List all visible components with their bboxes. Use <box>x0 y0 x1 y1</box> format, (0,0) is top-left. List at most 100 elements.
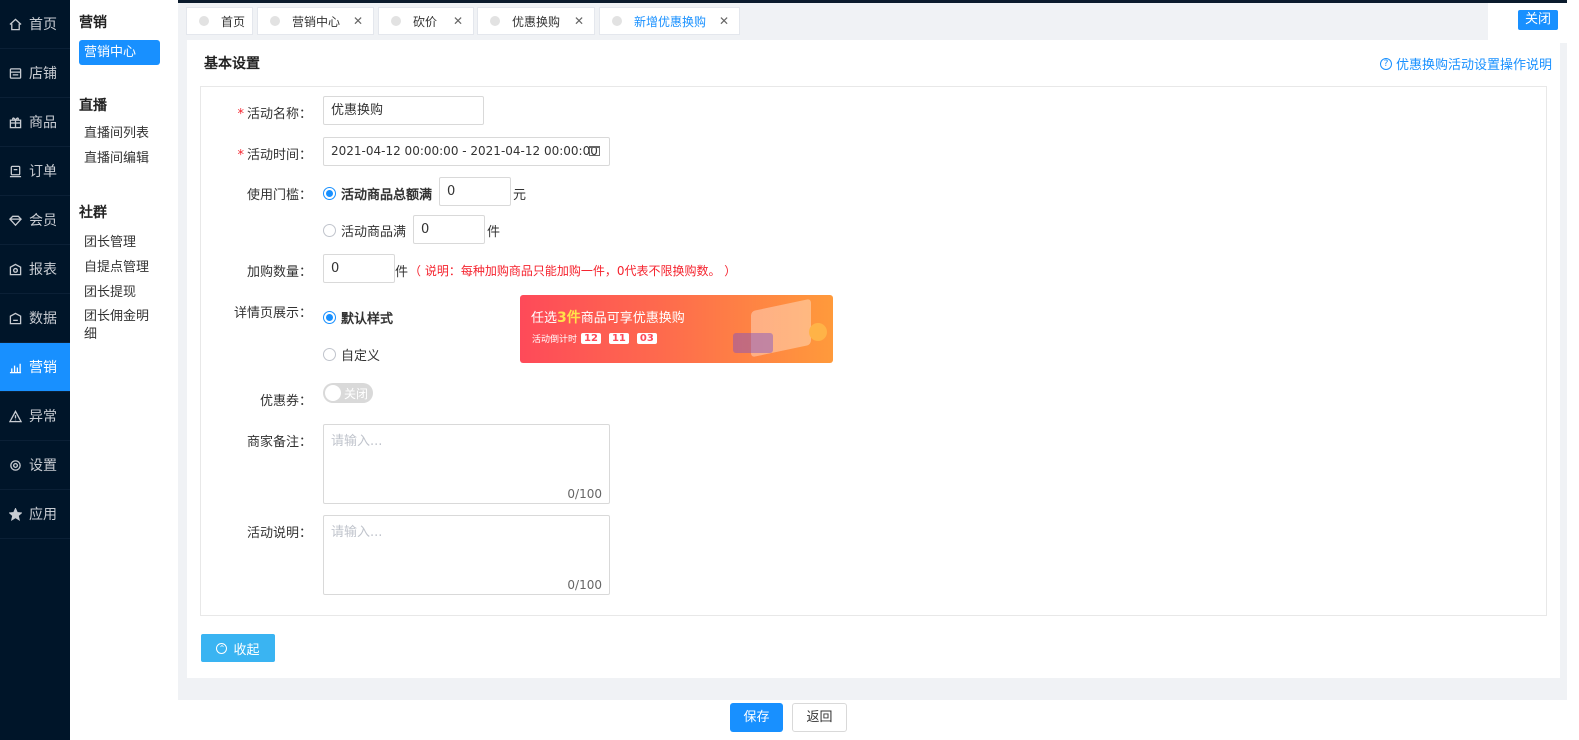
banner-decoration <box>733 333 773 353</box>
char-counter: 0/100 <box>567 578 602 592</box>
chevron-up-icon: ⌃ <box>216 642 228 654</box>
nav-item-shop[interactable]: 店铺 <box>0 49 70 98</box>
back-button[interactable]: 返回 <box>792 703 847 732</box>
tab-dot-icon <box>270 16 280 26</box>
threshold-count-unit: 件 <box>487 225 501 240</box>
nav-item-marketing[interactable]: 营销 <box>0 343 70 392</box>
tab-marketing-center[interactable]: 营销中心 ✕ <box>257 7 374 35</box>
close-icon[interactable]: ✕ <box>719 14 729 28</box>
threshold-count-radio[interactable]: 活动商品满 <box>323 221 406 240</box>
tab-bar: 首页 营销中心 ✕ 砍价 ✕ 优惠换购 ✕ 新增优惠换购 ✕ <box>178 0 1579 40</box>
submenu-item-leaders[interactable]: 团长管理 <box>70 230 136 255</box>
add-qty-input[interactable]: 0 <box>323 254 395 283</box>
banner-headline: 任选3件商品可享优惠换购 <box>531 310 685 326</box>
close-tabs-button[interactable]: 关闭 <box>1518 10 1558 30</box>
tab-dot-icon <box>490 16 500 26</box>
submenu-item-marketing-center[interactable]: 营销中心 <box>79 40 160 65</box>
nav-item-settings[interactable]: 设置 <box>0 441 70 490</box>
banner-countdown: 活动倒计时 12 11 03 <box>532 332 661 345</box>
threshold-amount-input[interactable]: 0 <box>439 177 511 206</box>
merchant-note-label: 商家备注： <box>246 435 312 450</box>
nav-item-data[interactable]: 数据 <box>0 294 70 343</box>
bar-chart-icon <box>9 363 22 373</box>
help-link-label: 优惠换购活动设置操作说明 <box>1395 58 1552 73</box>
vertical-scrollbar[interactable] <box>1567 0 1579 740</box>
detail-display-label: 详情页展示： <box>233 306 312 321</box>
gift-icon <box>9 116 22 128</box>
calendar-icon <box>589 146 600 156</box>
nav-item-label: 异常 <box>29 409 57 425</box>
tab-discount-exchange[interactable]: 优惠换购 ✕ <box>477 7 595 35</box>
merchant-note-textarea[interactable]: 请输入... 0/100 <box>323 424 610 504</box>
tab-dot-icon <box>612 16 622 26</box>
activity-desc-label: 活动说明： <box>246 526 312 541</box>
nav-item-label: 营销 <box>29 360 57 376</box>
nav-item-apps[interactable]: 应用 <box>0 490 70 539</box>
threshold-count-input[interactable]: 0 <box>413 215 485 244</box>
tab-label: 砍价 <box>413 14 438 29</box>
radio-icon <box>323 348 336 361</box>
tab-bargain[interactable]: 砍价 ✕ <box>378 7 474 35</box>
tab-new-discount-exchange[interactable]: 新增优惠换购 ✕ <box>599 7 740 35</box>
promo-banner-preview: 任选3件商品可享优惠换购 活动倒计时 12 11 03 <box>520 295 833 363</box>
threshold-label: 使用门槛： <box>246 188 312 203</box>
nav-item-label: 会员 <box>29 213 57 229</box>
nav-item-reports[interactable]: 报表 <box>0 245 70 294</box>
submenu-item-leader-withdraw[interactable]: 团长提现 <box>70 280 136 305</box>
nav-item-label: 设置 <box>29 458 57 474</box>
radio-icon <box>323 311 336 324</box>
close-icon[interactable]: ✕ <box>574 14 584 28</box>
char-counter: 0/100 <box>567 487 602 501</box>
nav-item-label: 首页 <box>29 17 57 33</box>
help-link[interactable]: ? 优惠换购活动设置操作说明 <box>1379 54 1552 73</box>
coupon-label: 优惠券： <box>259 394 312 409</box>
activity-name-input[interactable]: 优惠换购 <box>323 96 484 125</box>
order-icon <box>9 165 22 177</box>
submenu-item-live-edit[interactable]: 直播间编辑 <box>70 146 149 171</box>
radio-icon <box>323 187 336 200</box>
collapse-button[interactable]: ⌃ 收起 <box>201 634 275 662</box>
activity-time-range-input[interactable]: 2021-04-12 00:00:00 - 2021-04-12 00:00:0… <box>323 137 610 166</box>
tab-dot-icon <box>391 16 401 26</box>
warning-icon <box>9 409 22 422</box>
close-icon[interactable]: ✕ <box>453 14 463 28</box>
nav-item-members[interactable]: 会员 <box>0 196 70 245</box>
nav-item-exceptions[interactable]: 异常 <box>0 392 70 441</box>
star-icon <box>9 507 22 521</box>
nav-item-label: 店铺 <box>29 66 57 82</box>
section-title: 基本设置 <box>204 56 260 72</box>
tab-label: 首页 <box>221 14 246 29</box>
submenu-item-commission[interactable]: 团长佣金明细 <box>70 305 150 344</box>
add-qty-unit: 件 <box>395 265 409 280</box>
textarea-placeholder: 请输入... <box>331 525 383 540</box>
data-icon <box>9 312 22 324</box>
threshold-amount-radio[interactable]: 活动商品总额满 <box>323 184 432 203</box>
save-button[interactable]: 保存 <box>730 703 783 732</box>
gear-icon <box>10 459 21 471</box>
report-icon <box>9 263 22 275</box>
app-root: 首页 店铺 商品 订单 会员 报表 数据 营销 异常 设置 应用 营销 营销中心… <box>0 0 1579 740</box>
nav-item-label: 商品 <box>29 115 57 131</box>
submenu-item-pickup-points[interactable]: 自提点管理 <box>70 255 149 280</box>
activity-desc-textarea[interactable]: 请输入... 0/100 <box>323 515 610 595</box>
tab-label: 营销中心 <box>292 14 341 29</box>
nav-item-orders[interactable]: 订单 <box>0 147 70 196</box>
activity-time-value: 2021-04-12 00:00:00 - 2021-04-12 00:00:0… <box>331 144 598 158</box>
submenu-group-title: 营销 <box>79 15 107 31</box>
toggle-text: 关闭 <box>344 387 369 401</box>
nav-item-home[interactable]: 首页 <box>0 0 70 49</box>
nav-item-goods[interactable]: 商品 <box>0 98 70 147</box>
coupon-toggle[interactable]: 关闭 <box>323 383 373 403</box>
activity-time-label: * 活动时间： <box>237 148 312 163</box>
top-divider <box>178 0 1579 3</box>
detail-custom-radio[interactable]: 自定义 <box>323 345 380 364</box>
detail-default-radio[interactable]: 默认样式 <box>323 308 393 327</box>
footer-bar <box>178 700 1579 740</box>
submenu-group-title: 直播 <box>79 98 107 114</box>
diamond-icon <box>9 215 22 226</box>
tab-dot-icon <box>199 16 209 26</box>
tab-home[interactable]: 首页 <box>186 7 253 35</box>
close-icon[interactable]: ✕ <box>353 14 363 28</box>
submenu-item-live-list[interactable]: 直播间列表 <box>70 121 149 146</box>
add-qty-label: 加购数量： <box>246 265 312 280</box>
